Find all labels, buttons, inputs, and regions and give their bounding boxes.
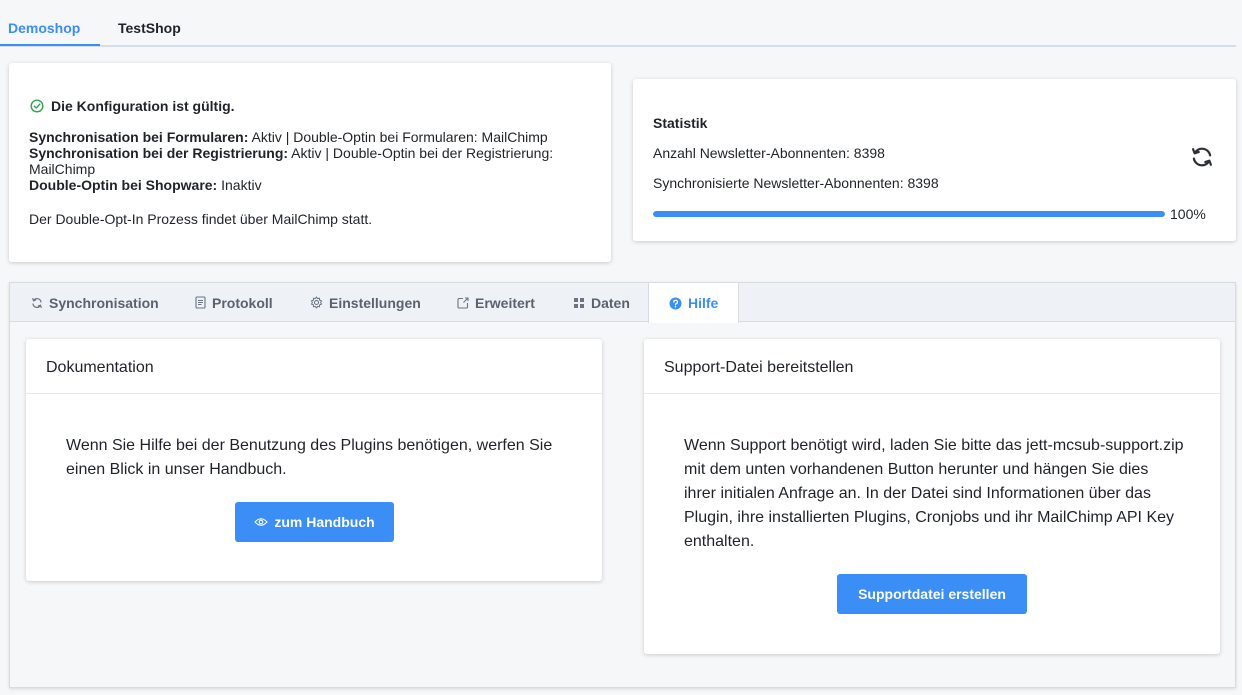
config-status-text: Die Konfiguration ist gültig. [51,98,235,114]
shop-tab-testshop[interactable]: TestShop [118,20,181,36]
document-icon [195,296,206,309]
config-status: Die Konfiguration ist gültig. [30,98,235,114]
tab-einstellungen[interactable]: Einstellungen [310,283,421,322]
config-note: Der Double-Opt-In Prozess findet über Ma… [29,211,373,227]
sync-icon [32,297,42,308]
support-card: Support-Datei bereitstellen Wenn Support… [644,339,1220,654]
external-icon [457,296,469,309]
tab-bar: Synchronisation Protokoll Einstellungen … [10,283,1235,323]
tab-protokoll[interactable]: Protokoll [195,283,273,322]
subscriber-count: Anzahl Newsletter-Abonnenten: 8398 [653,145,885,161]
gear-icon [310,296,323,309]
config-lines: Synchronisation bei Formularen: Aktiv | … [29,129,589,193]
create-support-file-button[interactable]: Supportdatei erstellen [837,574,1027,614]
eye-icon [254,518,269,526]
support-text: Wenn Support benötigt wird, laden Sie bi… [684,437,1184,550]
check-circle-icon [30,99,44,113]
config-line-forms: Synchronisation bei Formularen: Aktiv | … [29,129,548,145]
help-icon [669,297,682,309]
tab-hilfe[interactable]: Hilfe [648,283,740,323]
synced-count: Synchronisierte Newsletter-Abonnenten: 8… [653,175,939,191]
sync-progress-fill [653,211,1165,217]
config-line-shopware: Double-Optin bei Shopware: Inaktiv [29,177,262,193]
refresh-icon[interactable] [1189,144,1215,170]
sync-progress-bar [653,211,1165,217]
tab-synchronisation[interactable]: Synchronisation [31,283,159,322]
plugin-panel: Synchronisation Protokoll Einstellungen … [9,282,1236,688]
documentation-title: Dokumentation [26,339,602,394]
handbook-button[interactable]: zum Handbuch [235,502,394,542]
grid-icon [574,297,584,308]
sync-progress-label: 100% [1170,206,1206,222]
config-line-registration: Synchronisation bei der Registrierung: A… [29,145,554,177]
config-card: Die Konfiguration ist gültig. Synchronis… [9,63,611,262]
statistics-title: Statistik [653,115,708,131]
tab-daten[interactable]: Daten [573,283,630,322]
shop-tab-demoshop[interactable]: Demoshop [8,20,80,36]
shop-tabs: Demoshop TestShop [0,0,1236,47]
tab-erweitert[interactable]: Erweitert [457,283,535,322]
documentation-text: Wenn Sie Hilfe bei der Benutzung des Plu… [66,437,553,478]
statistics-card: Statistik Anzahl Newsletter-Abonnenten: … [633,79,1236,241]
active-tab-indicator [0,44,100,46]
documentation-card: Dokumentation Wenn Sie Hilfe bei der Ben… [26,339,602,581]
support-title: Support-Datei bereitstellen [644,339,1220,394]
